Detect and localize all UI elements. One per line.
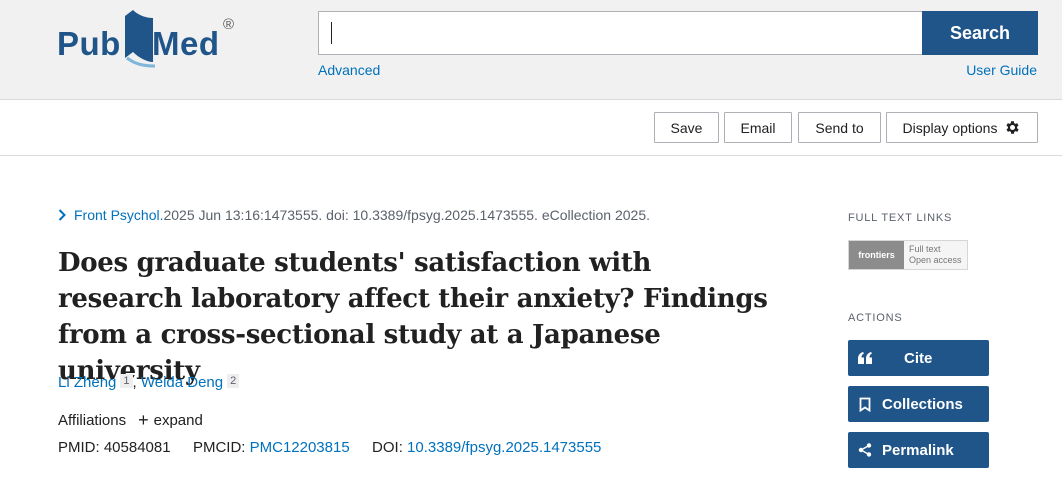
pubmed-logo[interactable]: Pub Med ® [57,8,247,68]
search-input[interactable] [318,11,923,55]
actions-heading: ACTIONS [848,312,903,324]
plus-icon: + [138,410,149,430]
display-options-button[interactable]: Display options [886,112,1038,143]
save-button-label: Save [670,119,703,136]
doi-link[interactable]: 10.3389/fpsyg.2025.1473555 [407,439,601,456]
citation-details: 2025 Jun 13:16:1473555. doi: 10.3389/fps… [163,207,650,223]
pmid-label: PMID: [58,439,104,456]
chevron-right-icon[interactable] [58,209,66,221]
author-affiliation-number[interactable]: 1 [120,374,133,388]
citation-line: Front Psychol. 2025 Jun 13:16:1473555. d… [58,207,650,223]
bookmark-icon [848,397,882,412]
author-affiliation-number[interactable]: 2 [227,374,240,388]
full-text-links-heading: FULL TEXT LINKS [848,212,953,224]
share-icon [848,443,882,457]
author-link[interactable]: Li Zheng [58,374,116,391]
journal-link[interactable]: Front Psychol. [74,207,163,223]
identifiers-row: PMID: 40584081 PMCID: PMC12203815 DOI: 1… [58,439,601,456]
frontiers-access-text: Full text Open access [904,241,962,269]
cite-button[interactable]: Cite [848,340,989,376]
logo-pub-text: Pub [57,25,121,62]
pmcid-link[interactable]: PMC12203815 [250,439,350,456]
save-button[interactable]: Save [654,112,719,143]
display-options-label: Display options [902,119,998,136]
collections-label: Collections [882,395,963,413]
author-separator: , [132,374,141,391]
expand-label: expand [153,412,203,429]
registered-mark: ® [223,16,235,33]
permalink-button[interactable]: Permalink [848,432,989,468]
search-button[interactable]: Search [922,11,1038,55]
pmid-value: 40584081 [103,439,171,456]
cite-label: Cite [904,349,933,367]
article-title: Does graduate students' satisfaction wit… [58,248,768,386]
send-to-button-label: Send to [815,119,864,136]
quote-icon [848,352,882,364]
text-caret [331,22,332,44]
toolbar: Save Email Send to Display options [0,100,1062,156]
doi-label: DOI: [372,439,408,456]
frontiers-line2: Open access [909,255,962,265]
author-link[interactable]: Weida Deng [141,374,223,391]
collections-button[interactable]: Collections [848,386,989,422]
email-button-label: Email [740,119,776,136]
pmcid-label: PMCID: [192,439,250,456]
gear-icon [1006,121,1020,134]
authors-list: Li Zheng 1 , Weida Deng 2 [58,374,240,391]
expand-affiliations-button[interactable]: + expand [138,410,203,430]
frontiers-logo: frontiers [849,241,904,269]
affiliations-label: Affiliations [58,412,127,429]
advanced-search-link[interactable]: Advanced [318,62,380,78]
send-to-button[interactable]: Send to [798,112,881,143]
permalink-label: Permalink [882,441,954,459]
frontiers-line1: Full text [909,244,941,254]
frontiers-full-text-link[interactable]: frontiers Full text Open access [848,240,968,270]
email-button[interactable]: Email [724,112,792,143]
logo-med-text: Med [152,25,220,62]
user-guide-link[interactable]: User Guide [966,62,1037,78]
header: Pub Med ® Search Advanced User Guide [0,0,1062,100]
affiliations-row: Affiliations + expand [58,410,203,430]
